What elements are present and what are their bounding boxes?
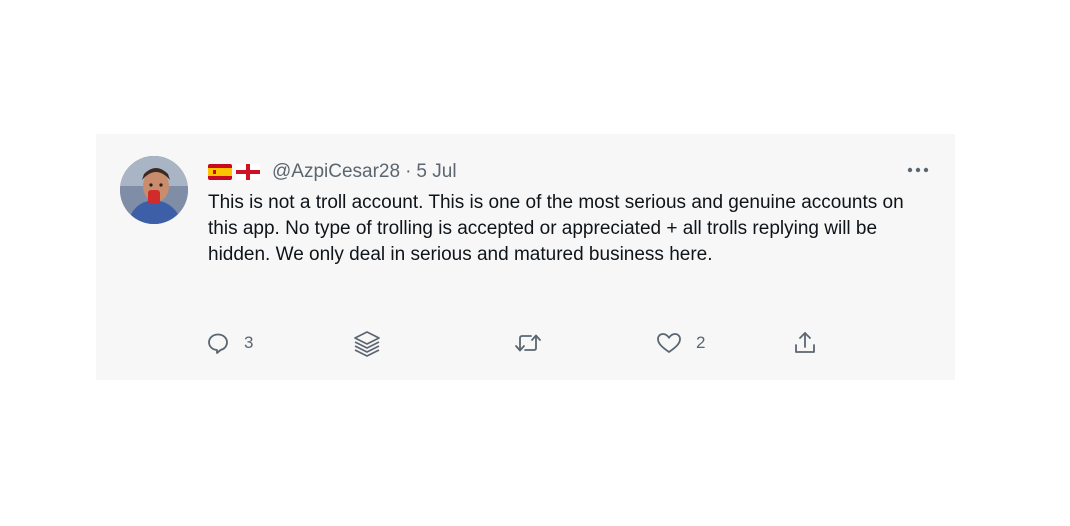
- share-button[interactable]: [792, 328, 818, 358]
- avatar[interactable]: [120, 156, 188, 224]
- retweet-icon: [515, 334, 541, 352]
- reply-count: 3: [244, 333, 254, 352]
- england-flag-icon: [236, 164, 260, 180]
- like-count: 2: [696, 333, 706, 352]
- heart-icon: [657, 333, 681, 353]
- avatar-image: [120, 156, 188, 224]
- user-handle[interactable]: @AzpiCesar28: [272, 161, 400, 183]
- layers-icon: [354, 331, 380, 357]
- spain-flag-icon: [208, 164, 232, 180]
- more-icon: [907, 167, 929, 173]
- flags: [208, 164, 264, 180]
- more-button[interactable]: [903, 160, 933, 180]
- header-separator: ·: [405, 161, 412, 182]
- tweet-header: @AzpiCesar28 · 5 Jul: [208, 160, 457, 184]
- share-icon: [795, 332, 815, 353]
- tweet-text: This is not a troll account. This is one…: [208, 192, 904, 265]
- tweet-actions: 3 2: [206, 328, 826, 358]
- tweet-card[interactable]: @AzpiCesar28 · 5 Jul This is not a troll…: [96, 134, 955, 380]
- like-button[interactable]: 2: [656, 328, 705, 358]
- reply-button[interactable]: 3: [206, 328, 253, 358]
- retweet-button[interactable]: [514, 328, 542, 358]
- tweet-date[interactable]: 5 Jul: [416, 161, 456, 183]
- layers-button[interactable]: [352, 328, 382, 358]
- reply-icon: [208, 333, 228, 354]
